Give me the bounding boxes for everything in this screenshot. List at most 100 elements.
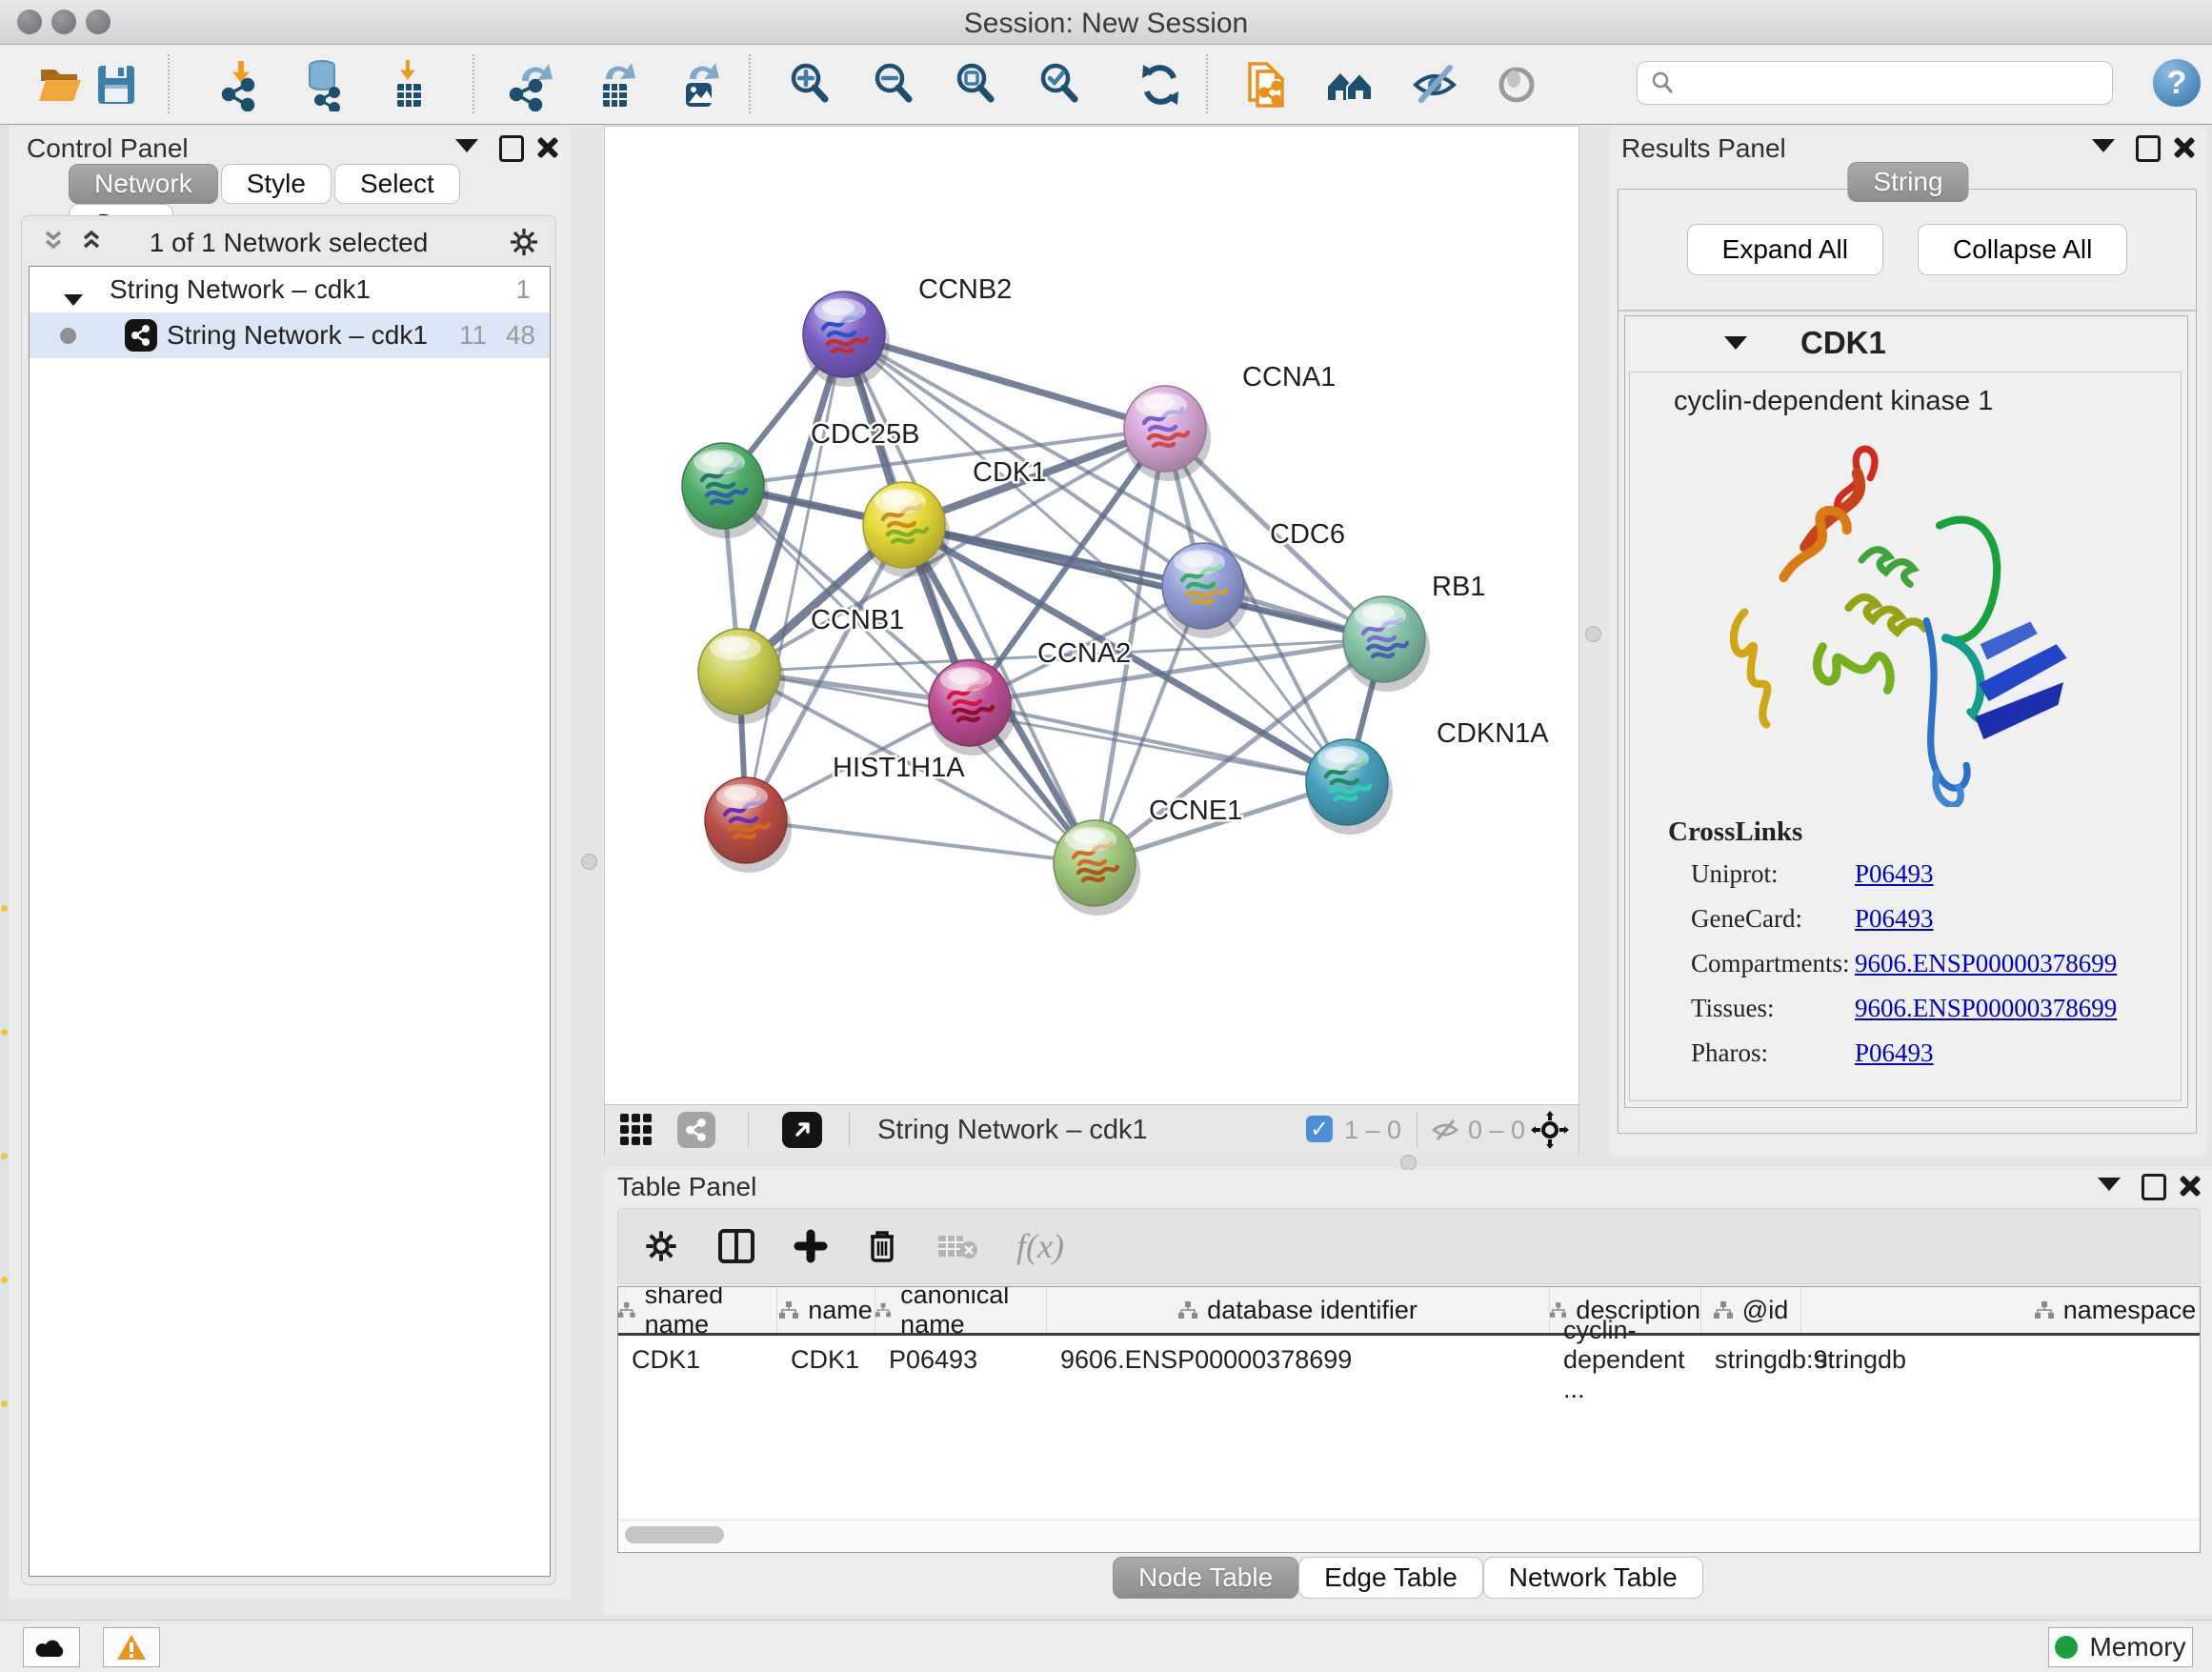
- network-row[interactable]: String Network – cdk1 11 48: [30, 312, 550, 358]
- table-cell[interactable]: CDK1: [618, 1336, 777, 1383]
- node-CCNA2[interactable]: [929, 660, 1016, 755]
- panel-close-icon[interactable]: [535, 135, 558, 163]
- search-input[interactable]: [1685, 68, 2099, 99]
- column-type-icon: [618, 1301, 635, 1319]
- node-label-CDK1: CDK1: [973, 457, 1046, 488]
- column-header-@id[interactable]: @id: [1701, 1287, 1801, 1333]
- edge-HIST1H1A-CCNE1[interactable]: [746, 820, 1095, 863]
- node-table[interactable]: shared namenamecanonical namedatabase id…: [617, 1286, 2201, 1553]
- selected-checkbox-icon[interactable]: ✓: [1306, 1116, 1333, 1142]
- import-table-from-file-icon[interactable]: [381, 58, 434, 111]
- table-cell[interactable]: 9606.ENSP00000378699: [1047, 1336, 1550, 1383]
- section-collapse-icon[interactable]: [1724, 336, 1747, 350]
- column-header-canonical-name[interactable]: canonical name: [875, 1287, 1047, 1333]
- function-builder-icon[interactable]: f(x): [1016, 1226, 1064, 1266]
- import-network-from-file-icon[interactable]: [215, 58, 269, 111]
- export-table-icon[interactable]: [589, 58, 642, 111]
- network-home-icon[interactable]: [1324, 58, 1377, 111]
- tab-style[interactable]: Style: [221, 164, 332, 204]
- add-column-icon[interactable]: [794, 1229, 828, 1263]
- zoom-out-icon[interactable]: [867, 58, 920, 111]
- gear-icon[interactable]: [508, 226, 540, 258]
- string-share-icon[interactable]: [677, 1112, 715, 1148]
- panel-close-icon[interactable]: [2178, 1174, 2201, 1201]
- node-result-header[interactable]: CDK1: [1625, 316, 2187, 370]
- refresh-icon[interactable]: [1134, 58, 1187, 111]
- edge-CCNB2-CCNA1[interactable]: [844, 334, 1165, 429]
- table-cell[interactable]: cyclin-dependent ...: [1550, 1336, 1701, 1383]
- panel-menu-icon[interactable]: [2092, 139, 2115, 157]
- delete-column-trash-icon[interactable]: [866, 1228, 898, 1264]
- save-session-icon[interactable]: [90, 58, 143, 111]
- scrollbar-thumb[interactable]: [625, 1526, 724, 1543]
- tab-select[interactable]: Select: [334, 164, 460, 204]
- node-RB1[interactable]: [1343, 596, 1430, 692]
- import-network-from-database-icon[interactable]: [297, 58, 351, 111]
- cloud-button[interactable]: [23, 1627, 80, 1667]
- show-columns-icon[interactable]: [717, 1228, 755, 1264]
- memory-button[interactable]: Memory: [2048, 1627, 2193, 1667]
- warnings-button[interactable]: [103, 1627, 160, 1667]
- first-neighbors-icon[interactable]: [1240, 58, 1294, 111]
- delete-table-icon[interactable]: [936, 1230, 978, 1262]
- crosslink-link[interactable]: 9606.ENSP00000378699: [1855, 994, 2117, 1023]
- tab-node-table[interactable]: Node Table: [1113, 1557, 1298, 1599]
- horizontal-splitter-handle[interactable]: [1400, 1155, 1417, 1171]
- table-cell[interactable]: CDK1: [777, 1336, 875, 1383]
- table-row[interactable]: CDK1CDK1P064939606.ENSP00000378699cyclin…: [618, 1336, 2201, 1383]
- crosslink-link[interactable]: P06493: [1855, 1038, 1934, 1068]
- panel-menu-icon[interactable]: [455, 139, 478, 157]
- column-header-shared-name[interactable]: shared name: [618, 1287, 777, 1333]
- panel-float-icon[interactable]: [499, 135, 524, 167]
- tree-expand-icon[interactable]: [64, 282, 83, 312]
- crosslink-link[interactable]: P06493: [1855, 859, 1934, 889]
- node-CCNB2[interactable]: [803, 292, 890, 387]
- crosslink-link[interactable]: 9606.ENSP00000378699: [1855, 949, 2117, 978]
- vertical-splitter-handle-right[interactable]: [1585, 626, 1601, 642]
- tab-string[interactable]: String: [1847, 162, 1968, 202]
- node-CDC25B[interactable]: [682, 443, 769, 538]
- tab-network-table[interactable]: Network Table: [1483, 1557, 1703, 1599]
- collapse-all-button[interactable]: Collapse All: [1918, 224, 2127, 275]
- search-box[interactable]: [1637, 61, 2113, 105]
- column-header-name[interactable]: name: [777, 1287, 875, 1333]
- tab-edge-table[interactable]: Edge Table: [1298, 1557, 1483, 1599]
- horizontal-scrollbar[interactable]: [619, 1520, 2199, 1549]
- vertical-splitter-handle-left[interactable]: [581, 854, 597, 870]
- expand-all-button[interactable]: Expand All: [1687, 224, 1883, 275]
- node-CDK1[interactable]: [863, 482, 950, 577]
- column-header-namespace[interactable]: namespace: [1801, 1287, 2201, 1333]
- node-CCNA1[interactable]: [1124, 386, 1211, 481]
- network-canvas[interactable]: CCNB2CCNA1CDC25BCDK1CDC6RB1CCNB1CCNA2CDK…: [605, 127, 1579, 1104]
- help-button[interactable]: ?: [2153, 59, 2201, 107]
- network-label: String Network – cdk1: [167, 320, 428, 351]
- table-cell[interactable]: P06493: [875, 1336, 1047, 1383]
- edge-CCNB2-CCNE1[interactable]: [844, 334, 1095, 863]
- open-in-window-icon[interactable]: [782, 1112, 822, 1148]
- node-HIST1H1A[interactable]: [705, 777, 792, 873]
- tab-network[interactable]: Network: [69, 164, 218, 204]
- fit-crosshair-icon[interactable]: [1531, 1111, 1569, 1149]
- zoom-in-icon[interactable]: [783, 58, 836, 111]
- zoom-selected-icon[interactable]: [1033, 58, 1086, 111]
- hidden-eye-icon[interactable]: [1430, 1116, 1460, 1144]
- export-network-icon[interactable]: [505, 58, 558, 111]
- panel-float-icon[interactable]: [2136, 135, 2161, 167]
- network-collection-row[interactable]: String Network – cdk1 1: [30, 267, 550, 312]
- column-header-database-identifier[interactable]: database identifier: [1047, 1287, 1550, 1333]
- export-image-icon[interactable]: [673, 58, 726, 111]
- hide-panels-eye-icon[interactable]: [1408, 58, 1461, 111]
- node-CCNE1[interactable]: [1054, 820, 1140, 916]
- node-CDKN1A[interactable]: [1306, 739, 1393, 835]
- panel-close-icon[interactable]: [2172, 135, 2195, 163]
- panel-menu-icon[interactable]: [2098, 1178, 2121, 1196]
- table-gear-icon[interactable]: [643, 1228, 679, 1264]
- crosslink-link[interactable]: P06493: [1855, 904, 1934, 934]
- show-eye-icon[interactable]: [1490, 58, 1543, 111]
- birds-eye-grid-icon[interactable]: [620, 1114, 653, 1146]
- table-cell[interactable]: stringdb: [1801, 1336, 2201, 1383]
- table-cell[interactable]: stringdb:9...: [1701, 1336, 1801, 1383]
- panel-float-icon[interactable]: [2142, 1174, 2166, 1205]
- open-session-icon[interactable]: [34, 58, 88, 111]
- zoom-fit-icon[interactable]: [949, 58, 1002, 111]
